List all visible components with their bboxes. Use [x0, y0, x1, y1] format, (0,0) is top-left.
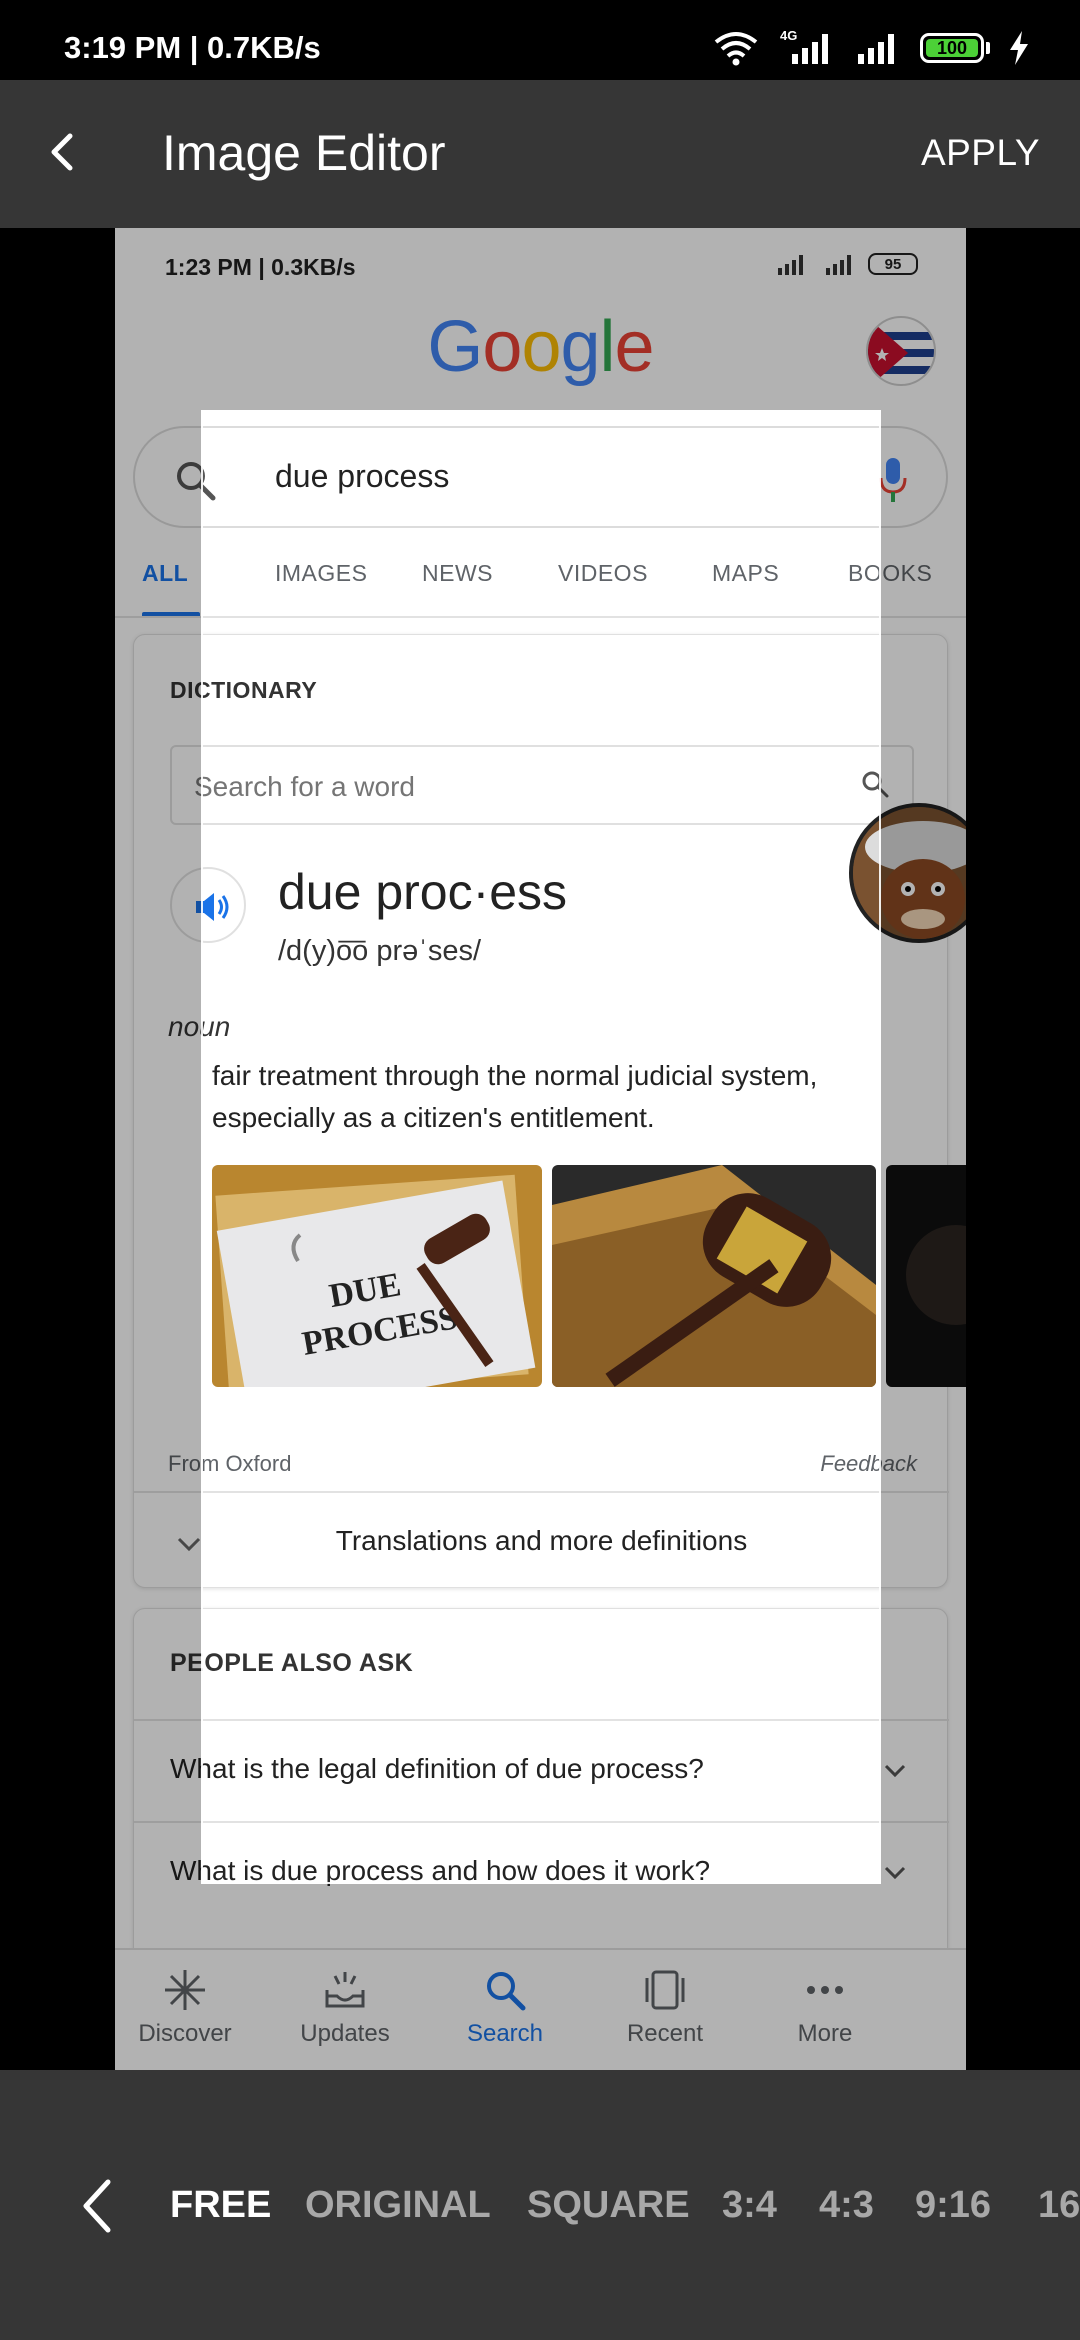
charging-icon [1010, 31, 1028, 65]
ratio-original[interactable]: ORIGINAL [305, 2184, 491, 2227]
back-button[interactable] [30, 120, 94, 184]
crop-dim-right [881, 410, 966, 1884]
battery-tip [986, 42, 990, 54]
crop-dim-bottom [115, 1884, 966, 2070]
battery-level: 100 [936, 37, 968, 58]
app-toolbar: Image Editor APPLY [0, 80, 1080, 228]
page-title: Image Editor [162, 125, 446, 181]
ratio-square[interactable]: SQUARE [527, 2184, 690, 2227]
crop-dim-top [115, 228, 966, 410]
ratio-4-3[interactable]: 4:3 [819, 2184, 874, 2227]
ratio-3-4[interactable]: 3:4 [722, 2184, 777, 2227]
status-time: 3:19 PM | 0.7KB/s [64, 30, 321, 65]
ratio-9-16[interactable]: 9:16 [915, 2184, 991, 2227]
ratio-16-9[interactable]: 16 [1038, 2184, 1080, 2227]
cell-signal-1-icon: 4G [778, 28, 838, 66]
battery-icon: 100 [920, 33, 984, 63]
ratio-free[interactable]: FREE [170, 2184, 271, 2227]
apply-button[interactable]: APPLY [921, 132, 1040, 174]
aspect-ratio-bar: FREE ORIGINAL SQUARE 3:4 4:3 9:16 16 [0, 2070, 1080, 2340]
edited-image: 1:23 PM | 0.3KB/s 95 Google due process … [115, 228, 966, 2070]
wifi-icon [714, 32, 758, 66]
image-canvas[interactable]: 1:23 PM | 0.3KB/s 95 Google due process … [0, 228, 1080, 2070]
status-bar: 3:19 PM | 0.7KB/s 4G 100 [0, 0, 1080, 80]
crop-frame[interactable] [201, 410, 881, 1884]
back-arrow-icon [51, 133, 73, 171]
status-indicators: 4G 100 [712, 28, 1030, 68]
cell-signal-2-icon [858, 34, 894, 64]
chevron-left-icon[interactable] [72, 2176, 122, 2236]
crop-dim-left [115, 410, 201, 1884]
